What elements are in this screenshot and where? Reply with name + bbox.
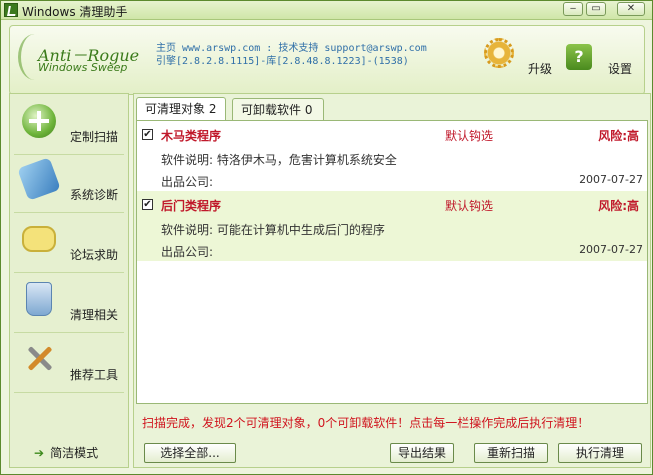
- minimize-button[interactable]: ‒: [563, 2, 583, 16]
- item-description: 软件说明: 可能在计算机中生成后门的程序: [161, 223, 385, 237]
- rescan-button[interactable]: 重新扫描: [474, 443, 548, 463]
- list-item[interactable]: ✔ 木马类程序 默认钩选 风险:高 软件说明: 特洛伊木马，危害计算机系统安全 …: [137, 121, 647, 191]
- item-date: 2007-07-27: [579, 173, 643, 186]
- product-logo: Anti－Rogue Windows Sweep: [18, 34, 139, 84]
- item-company: 出品公司:: [161, 245, 214, 259]
- diagnose-icon: [17, 157, 61, 201]
- upgrade-label: 升级: [528, 62, 553, 76]
- item-risk: 风险:高: [598, 199, 639, 213]
- item-description: 软件说明: 特洛伊木马，危害计算机系统安全: [161, 153, 397, 167]
- main-window: Windows 清理助手 ‒ ▭ ✕ Anti－Rogue Windows Sw…: [0, 0, 653, 475]
- upgrade-gear-icon: [484, 38, 518, 72]
- plus-icon: [22, 104, 56, 138]
- sidebar-item-custom-scan[interactable]: 定制扫描: [14, 98, 124, 155]
- execute-clean-button[interactable]: 执行清理: [558, 443, 642, 463]
- item-risk: 风险:高: [598, 129, 639, 143]
- sidebar-item-label: 推荐工具: [70, 368, 119, 382]
- simple-mode-label: 简洁模式: [50, 446, 99, 460]
- item-checkbox[interactable]: ✔: [142, 199, 153, 210]
- item-company: 出品公司:: [161, 175, 214, 189]
- select-all-button[interactable]: 选择全部...: [144, 443, 236, 463]
- engine-info: 主页 www.arswp.com : 技术支持 support@arswp.co…: [156, 42, 427, 68]
- sidebar: 定制扫描 系统诊断 论坛求助 清理相关 推荐工具 ➔ 简洁模式: [9, 93, 129, 468]
- item-name: 木马类程序: [161, 129, 222, 143]
- tab-uninstallable[interactable]: 可卸载软件 0: [232, 98, 324, 120]
- item-default: 默认钩选: [445, 199, 494, 213]
- list-item[interactable]: ✔ 后门类程序 默认钩选 风险:高 软件说明: 可能在计算机中生成后门的程序 出…: [137, 191, 647, 261]
- simple-mode-link[interactable]: ➔ 简洁模式: [34, 444, 98, 461]
- window-title: Windows 清理助手: [22, 5, 128, 19]
- sidebar-item-tools[interactable]: 推荐工具: [14, 336, 124, 393]
- sidebar-item-label: 清理相关: [70, 308, 119, 322]
- item-date: 2007-07-27: [579, 243, 643, 256]
- header-panel: Anti－Rogue Windows Sweep 主页 www.arswp.co…: [9, 25, 645, 95]
- item-default: 默认钩选: [445, 129, 494, 143]
- recycle-bin-icon: [26, 282, 52, 316]
- export-button[interactable]: 导出结果: [390, 443, 454, 463]
- app-logo-icon: [4, 3, 18, 17]
- sidebar-item-label: 论坛求助: [70, 248, 119, 262]
- tab-cleanable[interactable]: 可清理对象 2: [136, 97, 226, 121]
- sidebar-item-forum[interactable]: 论坛求助: [14, 216, 124, 273]
- results-list: ✔ 木马类程序 默认钩选 风险:高 软件说明: 特洛伊木马，危害计算机系统安全 …: [136, 120, 648, 404]
- settings-label: 设置: [608, 62, 633, 76]
- sidebar-item-diagnose[interactable]: 系统诊断: [14, 156, 124, 213]
- status-message: 扫描完成，发现2个可清理对象，0个可卸载软件！点击每一栏操作完成后执行清理！: [142, 416, 590, 430]
- sidebar-item-label: 系统诊断: [70, 188, 119, 202]
- chat-icon: [22, 226, 56, 252]
- maximize-button[interactable]: ▭: [586, 2, 606, 16]
- sidebar-item-label: 定制扫描: [70, 130, 119, 144]
- close-button[interactable]: ✕: [617, 2, 645, 16]
- homepage-support-line[interactable]: 主页 www.arswp.com : 技术支持 support@arswp.co…: [156, 42, 427, 55]
- logo-line2: Windows Sweep: [38, 61, 128, 74]
- engine-version-line: 引擎[2.8.2.8.1115]-库[2.8.48.8.1223]-(1538): [156, 56, 409, 67]
- item-name: 后门类程序: [161, 199, 222, 213]
- tools-icon: [22, 342, 56, 376]
- item-checkbox[interactable]: ✔: [142, 129, 153, 140]
- sidebar-item-cleanup[interactable]: 清理相关: [14, 276, 124, 333]
- main-panel: 可清理对象 2 可卸载软件 0 ✔ 木马类程序 默认钩选 风险:高 软件说明: …: [133, 93, 651, 468]
- title-bar: Windows 清理助手 ‒ ▭ ✕: [1, 1, 652, 20]
- arrow-right-icon: ➔: [34, 446, 45, 460]
- help-icon: ?: [566, 44, 592, 70]
